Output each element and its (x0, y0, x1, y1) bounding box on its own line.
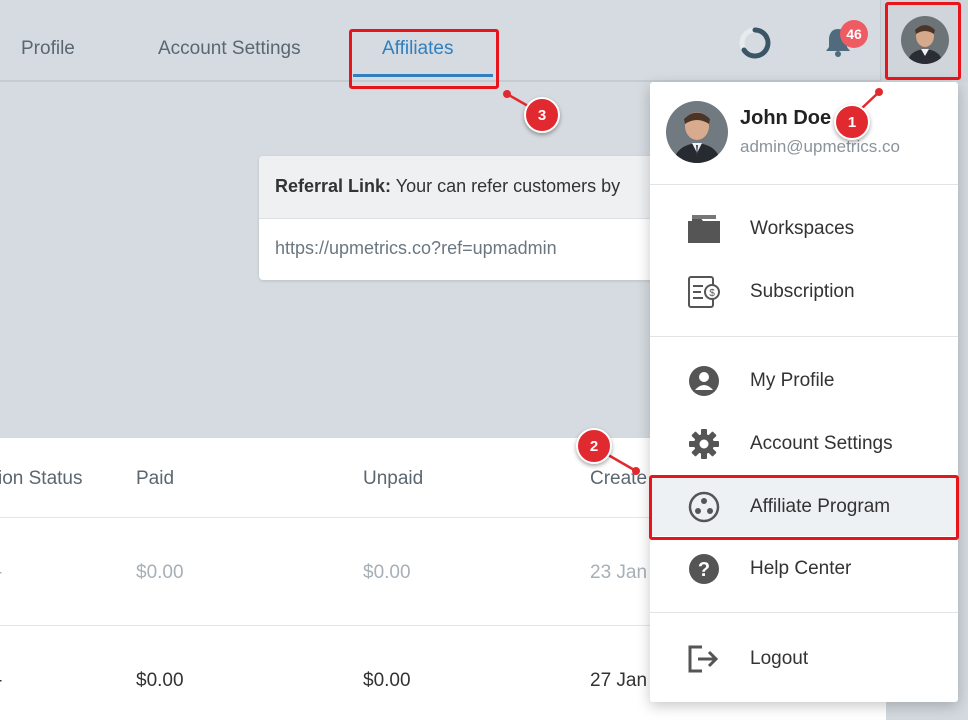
menu-item-label: Affiliate Program (750, 496, 891, 517)
cell-unpaid: $0.00 (363, 670, 411, 691)
referral-card: Referral Link: Your can refer customers … (259, 156, 679, 280)
referral-heading-label: Referral Link: (275, 176, 392, 196)
cell-created: 23 Jan (590, 562, 648, 583)
menu-item-help-center[interactable]: ? Help Center (650, 540, 958, 598)
active-tab-indicator (353, 74, 493, 77)
referral-card-header: Referral Link: Your can refer customers … (259, 156, 679, 219)
cell-status: - (0, 562, 2, 584)
help-icon: ? (689, 554, 719, 584)
menu-item-label: Workspaces (750, 218, 855, 239)
avatar[interactable] (901, 16, 949, 64)
gear-icon (689, 429, 719, 459)
loader-ring-icon[interactable] (738, 26, 772, 60)
column-created: Create (590, 468, 648, 489)
cell-paid: $0.00 (136, 670, 184, 691)
affiliate-icon (688, 491, 720, 523)
invoice-icon: $ (688, 276, 720, 308)
referral-heading-text: Your can refer customers by (391, 176, 621, 196)
avatar (666, 101, 728, 163)
tab-account-settings[interactable]: Account Settings (158, 38, 301, 60)
menu-item-label: Help Center (750, 558, 852, 579)
menu-item-subscription[interactable]: $ Subscription (650, 263, 958, 321)
referral-link[interactable]: https://upmetrics.co?ref=upmadmin (259, 219, 679, 278)
svg-text:?: ? (698, 559, 710, 581)
svg-text:$: $ (709, 288, 715, 299)
column-status: ion Status (0, 468, 83, 489)
user-name: John Doe (740, 107, 832, 129)
menu-divider (650, 336, 958, 337)
menu-item-label: Account Settings (750, 433, 893, 454)
menu-item-label: Logout (750, 648, 809, 669)
cell-status: - (0, 670, 2, 692)
notification-badge: 46 (840, 20, 868, 48)
tab-affiliates[interactable]: Affiliates (382, 38, 453, 60)
annotation-marker-3: 3 (524, 97, 560, 133)
cell-created: 27 Jan (590, 670, 648, 691)
tab-profile[interactable]: Profile (21, 38, 75, 60)
user-dropdown-menu: John Doe admin@upmetrics.co Workspaces $… (650, 82, 958, 702)
column-paid: Paid (136, 468, 175, 489)
menu-divider (650, 184, 958, 185)
annotation-marker-1: 1 (834, 104, 870, 140)
user-circle-icon (689, 366, 719, 396)
cell-paid: $0.00 (136, 562, 184, 583)
menu-divider (650, 612, 958, 613)
annotation-marker-2: 2 (576, 428, 612, 464)
menu-item-affiliate-program[interactable]: Affiliate Program (650, 478, 958, 536)
cell-unpaid: $0.00 (363, 562, 411, 583)
folder-icon (688, 215, 720, 243)
menu-item-label: Subscription (750, 281, 855, 302)
user-email: admin@upmetrics.co (740, 137, 900, 156)
menu-item-my-profile[interactable]: My Profile (650, 352, 958, 410)
logout-icon (688, 645, 719, 673)
column-unpaid: Unpaid (363, 468, 424, 489)
menu-item-label: My Profile (750, 370, 835, 391)
menu-item-account-settings[interactable]: Account Settings (650, 415, 958, 473)
menu-item-workspaces[interactable]: Workspaces (650, 200, 958, 258)
menu-item-logout[interactable]: Logout (650, 630, 958, 688)
